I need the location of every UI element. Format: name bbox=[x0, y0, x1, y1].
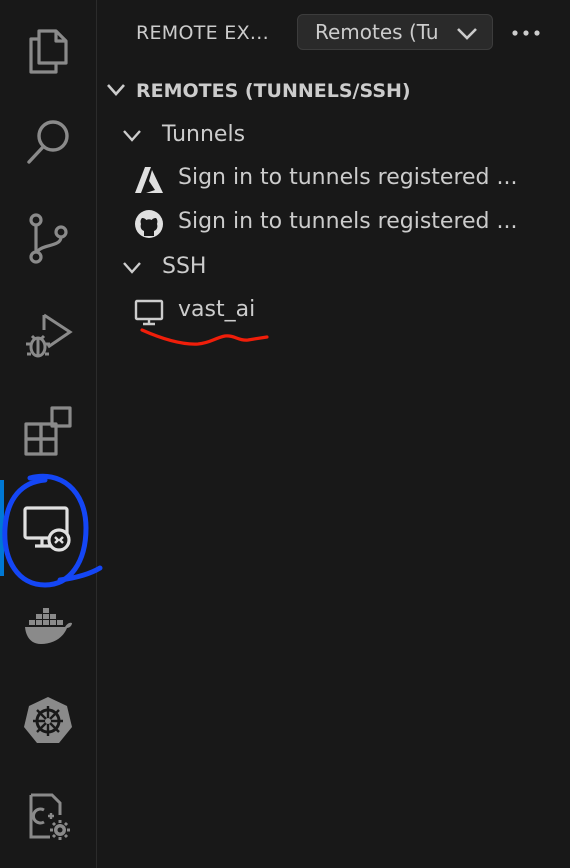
kubernetes-icon[interactable] bbox=[0, 672, 96, 768]
cpp-config-icon[interactable] bbox=[0, 768, 96, 864]
ssh-group-label: SSH bbox=[162, 254, 207, 279]
tunnel-item-label: Sign in to tunnels registered ... bbox=[178, 165, 518, 190]
more-actions-button[interactable] bbox=[509, 18, 543, 48]
chevron-down-icon bbox=[123, 262, 141, 274]
search-icon[interactable] bbox=[0, 95, 96, 191]
sidebar-titlebar: REMOTE EX... Remotes (Tu bbox=[97, 0, 570, 66]
remotes-dropdown-value: Remotes (Tu bbox=[315, 20, 439, 44]
ellipsis-icon bbox=[512, 30, 540, 36]
tunnel-item-label: Sign in to tunnels registered ... bbox=[178, 209, 518, 234]
tree-item-tunnel-github[interactable]: Sign in to tunnels registered ... bbox=[97, 201, 570, 245]
monitor-icon bbox=[134, 297, 164, 327]
explorer-icon[interactable] bbox=[0, 0, 96, 96]
github-icon bbox=[134, 209, 164, 239]
ssh-host-label: vast_ai bbox=[178, 297, 256, 322]
remotes-dropdown[interactable]: Remotes (Tu bbox=[297, 14, 493, 50]
activity-bar bbox=[0, 0, 97, 868]
chevron-down-icon bbox=[123, 130, 141, 142]
remote-explorer-icon[interactable] bbox=[0, 480, 96, 576]
tree-item-ssh-host[interactable]: vast_ai bbox=[97, 289, 570, 333]
run-debug-icon[interactable] bbox=[0, 288, 96, 384]
azure-icon bbox=[134, 165, 164, 195]
tree-group-tunnels[interactable]: Tunnels bbox=[97, 113, 570, 157]
tree-group-ssh[interactable]: SSH bbox=[97, 245, 570, 289]
tunnels-group-label: Tunnels bbox=[162, 122, 246, 147]
remotes-section-header[interactable]: REMOTES (TUNNELS/SSH) bbox=[97, 72, 570, 108]
section-title: REMOTES (TUNNELS/SSH) bbox=[136, 80, 411, 102]
extensions-icon[interactable] bbox=[0, 382, 96, 478]
chevron-down-icon bbox=[457, 28, 477, 40]
chevron-down-icon bbox=[107, 84, 125, 96]
source-control-icon[interactable] bbox=[0, 190, 96, 286]
sidebar-title: REMOTE EX... bbox=[136, 22, 269, 44]
tree-item-tunnel-azure[interactable]: Sign in to tunnels registered ... bbox=[97, 157, 570, 201]
docker-icon[interactable] bbox=[0, 576, 96, 672]
remote-explorer-sidebar: REMOTE EX... Remotes (Tu REMOTES (TUNNEL… bbox=[97, 0, 570, 868]
